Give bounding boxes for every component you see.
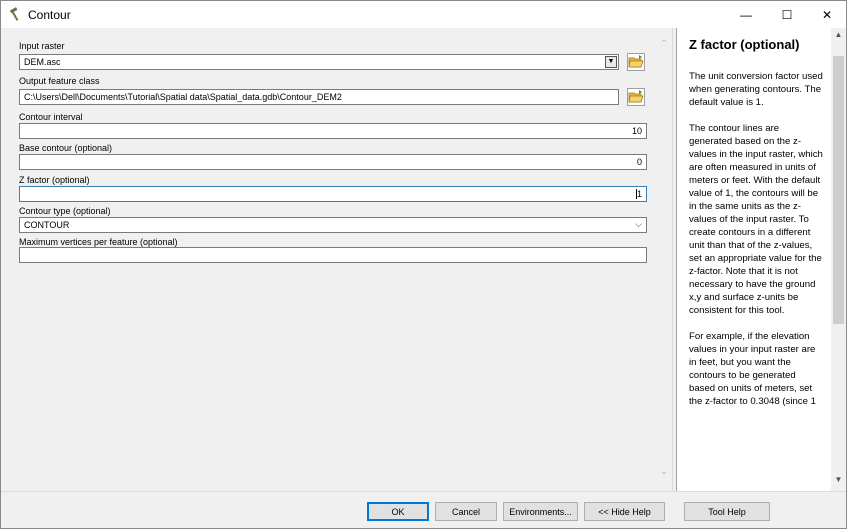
scroll-up-icon[interactable]: ⌃ [658, 38, 670, 50]
input-raster-value: DEM.asc [24, 57, 61, 67]
contour-tool-dialog: Contour — ☐ ✕ Input raster DEM.asc ▼ Out… [0, 0, 847, 529]
scroll-down-icon[interactable]: ⌄ [658, 466, 670, 478]
environments-button[interactable]: Environments... [503, 502, 578, 521]
button-bar: OK Cancel Environments... << Hide Help T… [1, 491, 846, 528]
help-paragraph: The unit conversion factor used when gen… [689, 71, 823, 108]
contour-type-value: CONTOUR [24, 220, 70, 230]
help-paragraph: The contour lines are generated based on… [689, 123, 823, 316]
help-scroll-thumb[interactable] [833, 56, 844, 324]
cancel-button[interactable]: Cancel [435, 502, 497, 521]
max-vertices-input[interactable] [19, 247, 647, 263]
z-factor-value: 1 [636, 189, 642, 199]
open-folder-icon [628, 90, 644, 103]
hammer-icon [9, 7, 19, 21]
base-contour-label: Base contour (optional) [19, 143, 113, 153]
contour-interval-label: Contour interval [19, 112, 83, 122]
parameters-scrollbar[interactable]: ⌃ ⌄ [658, 38, 670, 486]
base-contour-input[interactable]: 0 [19, 154, 647, 170]
parameters-pane: Input raster DEM.asc ▼ Output feature cl… [3, 28, 673, 491]
contour-type-label: Contour type (optional) [19, 206, 111, 216]
maximize-button[interactable]: ☐ [767, 1, 807, 28]
close-button[interactable]: ✕ [807, 1, 847, 28]
title-bar: Contour — ☐ ✕ [1, 1, 846, 28]
help-scrollbar[interactable]: ▲ ▼ [831, 28, 846, 491]
z-factor-input[interactable]: 1 [19, 186, 647, 202]
ok-button[interactable]: OK [367, 502, 429, 521]
max-vertices-label: Maximum vertices per feature (optional) [19, 237, 178, 247]
input-raster-combo[interactable]: DEM.asc ▼ [19, 54, 619, 70]
scroll-up-icon[interactable]: ▲ [831, 30, 846, 44]
contour-type-select[interactable]: CONTOUR ⌵ [19, 217, 647, 233]
dropdown-arrow-icon[interactable]: ▼ [605, 56, 617, 68]
help-paragraph: For example, if the elevation values in … [689, 331, 816, 407]
output-feature-class-label: Output feature class [19, 76, 100, 86]
z-factor-label: Z factor (optional) [19, 175, 90, 185]
tool-help-button[interactable]: Tool Help [684, 502, 770, 521]
chevron-down-icon[interactable]: ⌵ [635, 219, 642, 229]
contour-interval-input[interactable]: 10 [19, 123, 647, 139]
output-feature-class-input[interactable]: C:\Users\Dell\Documents\Tutorial\Spatial… [19, 89, 619, 105]
help-title: Z factor (optional) [689, 37, 800, 52]
window-title: Contour [28, 8, 71, 22]
input-raster-label: Input raster [19, 41, 65, 51]
browse-input-raster-button[interactable] [627, 53, 645, 71]
help-body: The unit conversion factor used when gen… [689, 70, 823, 421]
scroll-down-icon[interactable]: ▼ [831, 475, 846, 489]
open-folder-icon [628, 55, 644, 68]
minimize-button[interactable]: — [726, 1, 766, 28]
help-pane: Z factor (optional) The unit conversion … [676, 28, 846, 491]
hide-help-button[interactable]: << Hide Help [584, 502, 665, 521]
browse-output-button[interactable] [627, 88, 645, 106]
